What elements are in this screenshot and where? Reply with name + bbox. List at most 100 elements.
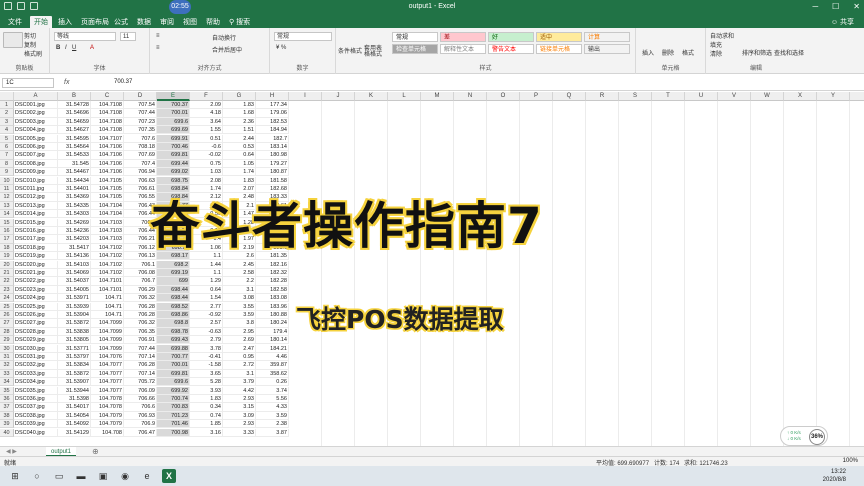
italic-icon[interactable]: I [65,45,67,51]
cell[interactable]: DSC027.jpg [14,319,58,328]
row-header[interactable]: 17 [0,235,14,244]
cell[interactable]: 104.7106 [91,168,124,177]
cell[interactable]: DSC009.jpg [14,168,58,177]
cell[interactable]: 3.65 [190,369,223,379]
cell[interactable]: 706.28 [124,361,157,370]
cell[interactable]: -0.02 [190,151,223,160]
cell[interactable]: 104.7078 [91,403,124,412]
row-header[interactable]: 40 [0,428,14,437]
column-header-B[interactable]: B [58,92,91,101]
cell[interactable]: 104.7105 [91,176,124,185]
cell[interactable]: 1.54 [190,294,223,303]
cell[interactable]: 31.53797 [58,353,91,362]
number-format-select[interactable]: 常规 [274,32,332,41]
chrome-icon[interactable]: ◉ [118,469,132,483]
cell[interactable]: 707.6 [124,134,157,143]
row-header[interactable]: 22 [0,277,14,286]
cell[interactable]: DSC020.jpg [14,260,58,269]
cell[interactable]: 182.53 [256,117,289,127]
cell[interactable]: 0.34 [190,403,223,412]
cell[interactable]: 182.32 [256,269,289,278]
column-header-X[interactable]: X [784,92,817,101]
cell[interactable]: DSC004.jpg [14,126,58,135]
clock[interactable]: 13:22 2020/8/8 [823,468,846,484]
column-header-V[interactable]: V [718,92,751,101]
cell[interactable]: 31.53971 [58,294,91,303]
merge-center-button[interactable]: 合并后居中 [212,45,242,54]
delete-cells-button[interactable]: 删除 [662,48,674,57]
cell[interactable]: 698.86 [157,311,190,320]
column-header-W[interactable]: W [751,92,784,101]
cell[interactable]: 182.58 [256,285,289,295]
column-header-N[interactable]: N [454,92,487,101]
cell[interactable]: 31.54696 [58,109,91,118]
cell[interactable]: 698.44 [157,294,190,303]
cell[interactable]: 3.1 [223,369,256,379]
cell[interactable]: 1.83 [223,101,256,110]
cell[interactable]: 1.51 [223,126,256,135]
tab-data[interactable]: 数据 [133,16,155,28]
cell[interactable]: 707.69 [124,151,157,160]
row-header[interactable]: 13 [0,201,14,211]
cell[interactable]: 31.53805 [58,336,91,345]
cell[interactable]: 31.54627 [58,126,91,135]
align-top-icon[interactable]: ≡ [156,33,160,39]
cell[interactable]: 2.95 [223,327,256,337]
cell[interactable]: 4.42 [223,386,256,395]
cell[interactable]: 3.74 [256,386,289,395]
cell[interactable]: 3.55 [223,302,256,311]
cell[interactable]: 5.28 [190,378,223,387]
row-header[interactable]: 36 [0,395,14,404]
cell[interactable]: 31.53872 [58,369,91,379]
cell-style-6[interactable]: 解释性文本 [440,44,486,54]
cell[interactable]: 2.58 [223,269,256,278]
cell[interactable]: 707.14 [124,369,157,379]
cell[interactable]: 183.96 [256,302,289,311]
maximize-icon[interactable]: ☐ [832,2,839,11]
cell[interactable]: 3.15 [223,403,256,412]
cell[interactable]: 31.54236 [58,227,91,236]
cell[interactable]: 706.09 [124,386,157,395]
cell[interactable]: 706.6 [124,403,157,412]
cell[interactable]: DSC018.jpg [14,243,58,253]
column-header-I[interactable]: I [289,92,322,101]
cell[interactable]: DSC021.jpg [14,269,58,278]
cell[interactable]: 31.54467 [58,168,91,177]
cell[interactable]: 2.08 [190,176,223,185]
cell[interactable]: DSC039.jpg [14,420,58,429]
cell[interactable]: -0.63 [190,327,223,337]
cell-style-4[interactable]: 计算 [584,32,630,42]
cell[interactable]: 706.08 [124,269,157,278]
cell-style-8[interactable]: 链接单元格 [536,44,582,54]
cell[interactable]: 2.79 [190,336,223,345]
column-header-G[interactable]: G [223,92,256,101]
cell[interactable]: 707.14 [124,353,157,362]
cell[interactable]: 699.02 [157,168,190,177]
cell[interactable]: 180.24 [256,319,289,328]
cell[interactable]: 2.2 [223,277,256,286]
select-all-corner[interactable] [0,92,14,101]
cell[interactable]: 31.53834 [58,361,91,370]
cell[interactable]: 706.47 [124,428,157,437]
row-header[interactable]: 6 [0,143,14,152]
cell[interactable]: 706.91 [124,336,157,345]
cell[interactable]: DSC024.jpg [14,294,58,303]
cell[interactable]: 699.6 [157,117,190,127]
cell[interactable]: DSC022.jpg [14,277,58,286]
cell[interactable]: 2.57 [190,319,223,328]
cell[interactable]: DSC017.jpg [14,235,58,244]
cell[interactable]: 104.7106 [91,143,124,152]
cell[interactable]: DSC016.jpg [14,227,58,236]
row-header[interactable]: 29 [0,336,14,345]
cell[interactable]: DSC023.jpg [14,285,58,295]
cell[interactable]: 3.59 [256,411,289,421]
row-header[interactable]: 21 [0,269,14,278]
cell[interactable]: 706.7 [124,277,157,286]
cell[interactable]: 4.46 [256,353,289,362]
row-header[interactable]: 16 [0,227,14,236]
cell[interactable]: 182.28 [256,277,289,286]
cell[interactable]: 31.54434 [58,176,91,185]
cell[interactable]: DSC003.jpg [14,117,58,127]
row-header[interactable]: 27 [0,319,14,328]
cell[interactable]: 181.58 [256,176,289,185]
